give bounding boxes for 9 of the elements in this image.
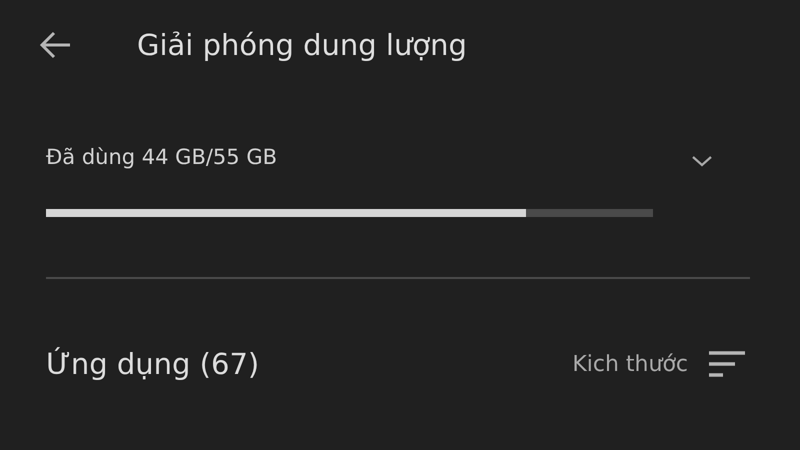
back-button[interactable] — [38, 30, 72, 60]
expand-button[interactable] — [691, 155, 713, 167]
sort-button[interactable]: Kich thước — [572, 350, 746, 378]
back-arrow-icon — [38, 30, 72, 60]
storage-usage-label: Đã dùng 44 GB/55 GB — [46, 145, 278, 169]
page-title: Giải phóng dung lượng — [137, 28, 467, 62]
sort-icon — [708, 350, 746, 378]
chevron-down-icon — [691, 155, 713, 167]
apps-heading: Ứng dụng (67) — [46, 347, 260, 381]
